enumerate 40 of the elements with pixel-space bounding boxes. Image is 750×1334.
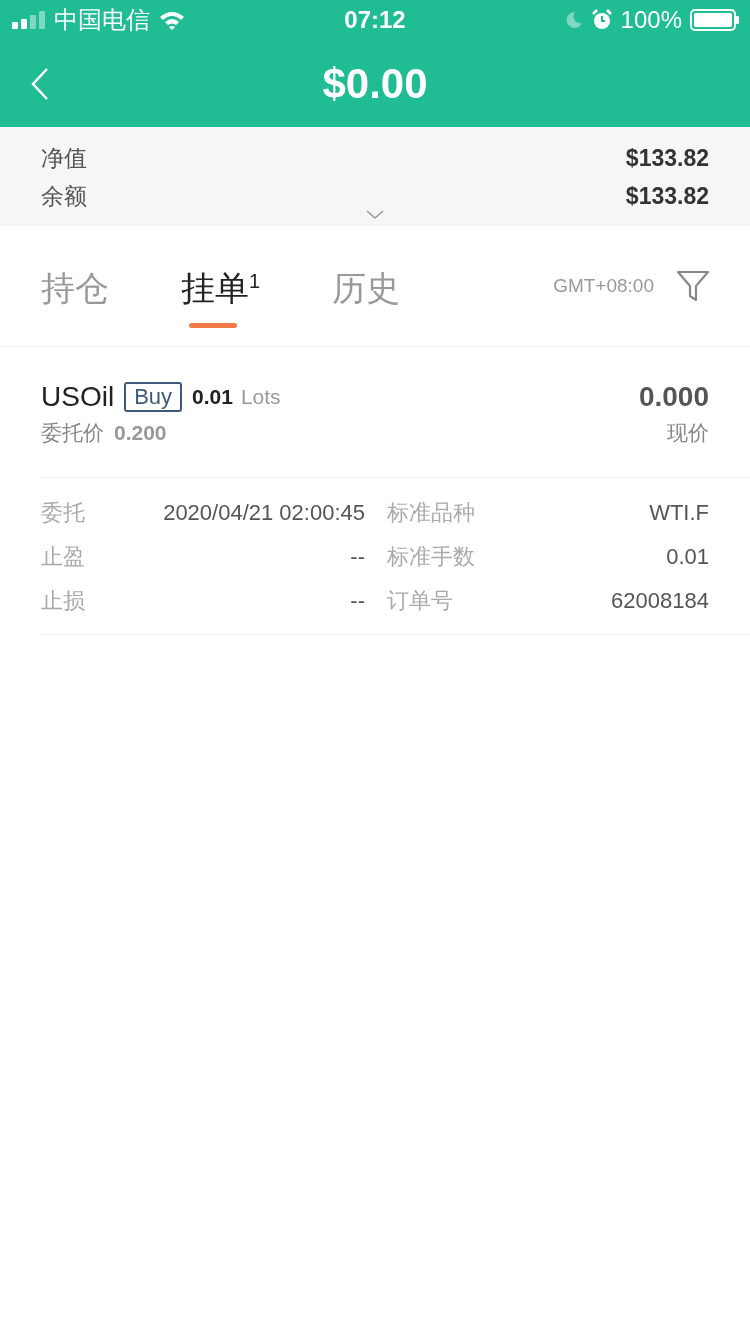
detail-value: 2020/04/21 02:00:45: [163, 500, 365, 526]
detail-label: 止损: [41, 587, 85, 615]
summary-value: $133.82: [625, 182, 709, 210]
page-title: $0.00: [321, 59, 429, 108]
current-price: 0.000: [638, 381, 709, 413]
detail-label: 标准品种: [387, 499, 475, 527]
detail-value: --: [350, 544, 365, 570]
tab[interactable]: 持仓: [41, 256, 109, 332]
price-value: 0.200: [114, 421, 167, 445]
battery-percent: 100%: [620, 6, 682, 34]
moon-icon: [564, 11, 583, 29]
tab[interactable]: 历史: [332, 256, 401, 332]
detail-value: 62008184: [611, 588, 709, 614]
battery-icon: [690, 9, 740, 31]
detail-value: 0.01: [666, 544, 709, 570]
detail-label: 委托: [41, 499, 85, 527]
alarm-clock-icon: [590, 9, 613, 31]
detail-label: 订单号: [387, 587, 453, 615]
tab[interactable]: 挂单$^{1}$: [181, 256, 261, 332]
wifi-icon: [158, 10, 186, 30]
price-label: 委托价: [41, 420, 104, 446]
carrier-name: 中国电信: [54, 5, 150, 35]
detail-value: --: [350, 588, 365, 614]
back-button[interactable]: [30, 66, 50, 101]
clock-time: 07:12: [343, 6, 407, 34]
detail-label: 标准手数: [387, 543, 475, 571]
summary-label: 净值: [41, 143, 87, 173]
summary-value: $133.82: [625, 144, 709, 172]
summary-label: 余额: [41, 181, 87, 211]
timezone-label: GMT+08:00: [553, 275, 654, 297]
side-tag: Buy: [124, 382, 183, 412]
chevron-down-icon[interactable]: [366, 210, 384, 220]
filter-icon[interactable]: [676, 269, 710, 303]
volume-unit: Lots: [240, 385, 281, 409]
signal-icon: [12, 11, 46, 29]
volume-value: 0.01: [192, 385, 233, 409]
symbol-name: USOil: [41, 381, 115, 413]
current-price-label: 现价: [667, 420, 709, 446]
detail-value: WTI.F: [649, 500, 709, 526]
detail-label: 止盈: [41, 543, 85, 571]
